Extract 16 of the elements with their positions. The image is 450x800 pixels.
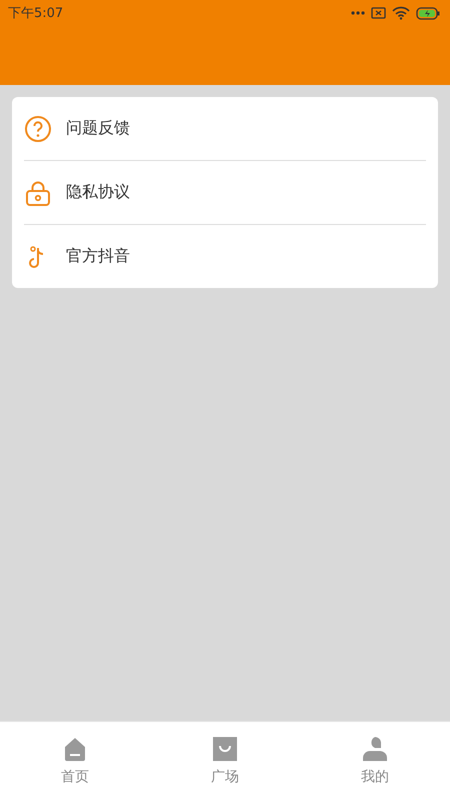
sim-icon <box>371 7 386 19</box>
menu-item[interactable]: 官方抖音 <box>66 246 130 267</box>
question-icon <box>24 114 52 142</box>
tab[interactable]: 首页 <box>0 722 150 800</box>
battery-icon <box>416 6 440 20</box>
person-icon <box>362 736 388 762</box>
home-icon <box>62 736 88 762</box>
status-time: 下午5:07 <box>8 5 64 22</box>
more-icon <box>351 11 365 15</box>
tab[interactable]: 我的 <box>300 722 450 800</box>
tab[interactable]: 广场 <box>150 722 300 800</box>
bag-icon <box>212 736 238 762</box>
lock-icon <box>24 178 52 206</box>
menu-item[interactable]: 问题反馈 <box>66 118 130 139</box>
menu-item[interactable]: 隐私协议 <box>66 182 130 203</box>
wifi-icon <box>392 6 410 20</box>
